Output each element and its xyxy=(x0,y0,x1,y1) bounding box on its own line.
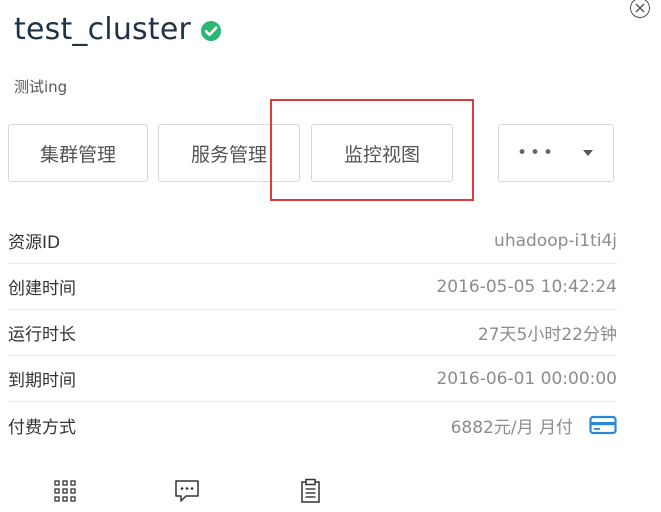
service-manage-label: 服务管理 xyxy=(190,143,267,166)
close-button[interactable] xyxy=(630,0,650,18)
monitor-view-label: 监控视图 xyxy=(343,143,420,166)
detail-value: uhadoop-i1ti4j xyxy=(494,230,617,251)
detail-row-billing: 付费方式 6882元/月 月付 xyxy=(8,402,617,448)
comment-icon[interactable] xyxy=(174,478,200,504)
detail-label: 创建时间 xyxy=(8,279,76,299)
cluster-manage-button[interactable]: 集群管理 xyxy=(8,124,148,182)
cluster-description: 测试ing xyxy=(14,78,68,96)
cluster-details: 资源ID uhadoop-i1ti4j 创建时间 2016-05-05 10:4… xyxy=(8,218,617,448)
service-manage-button[interactable]: 服务管理 xyxy=(158,124,300,182)
detail-label: 资源ID xyxy=(8,233,61,253)
close-icon xyxy=(635,3,645,13)
check-circle-icon xyxy=(201,21,222,41)
credit-card-icon[interactable] xyxy=(589,415,617,435)
more-dots-icon: ••• xyxy=(517,142,557,163)
detail-row-expiry: 到期时间 2016-06-01 00:00:00 xyxy=(8,356,617,402)
detail-value: 27天5小时22分钟 xyxy=(477,325,617,345)
cluster-manage-label: 集群管理 xyxy=(39,143,116,166)
detail-label: 运行时长 xyxy=(8,325,76,345)
header: test_cluster xyxy=(14,10,222,50)
more-actions-dropdown[interactable]: ••• xyxy=(498,124,614,182)
billing-value: 6882元/月 月付 xyxy=(450,417,573,438)
detail-value: 2016-06-01 00:00:00 xyxy=(436,368,617,389)
detail-row-resource-id: 资源ID uhadoop-i1ti4j xyxy=(8,218,617,264)
detail-value-billing: 6882元/月 月付 xyxy=(451,413,617,438)
detail-value: 2016-05-05 10:42:24 xyxy=(436,276,617,297)
detail-label: 付费方式 xyxy=(8,417,76,438)
detail-row-uptime: 运行时长 27天5小时22分钟 xyxy=(8,310,617,356)
caret-down-icon xyxy=(583,150,593,156)
clipboard-icon[interactable] xyxy=(298,478,324,504)
detail-row-created: 创建时间 2016-05-05 10:42:24 xyxy=(8,264,617,310)
grid-icon[interactable] xyxy=(52,478,78,504)
cluster-title: test_cluster xyxy=(14,12,192,47)
monitor-view-button[interactable]: 监控视图 xyxy=(311,124,453,182)
detail-label: 到期时间 xyxy=(8,371,76,391)
